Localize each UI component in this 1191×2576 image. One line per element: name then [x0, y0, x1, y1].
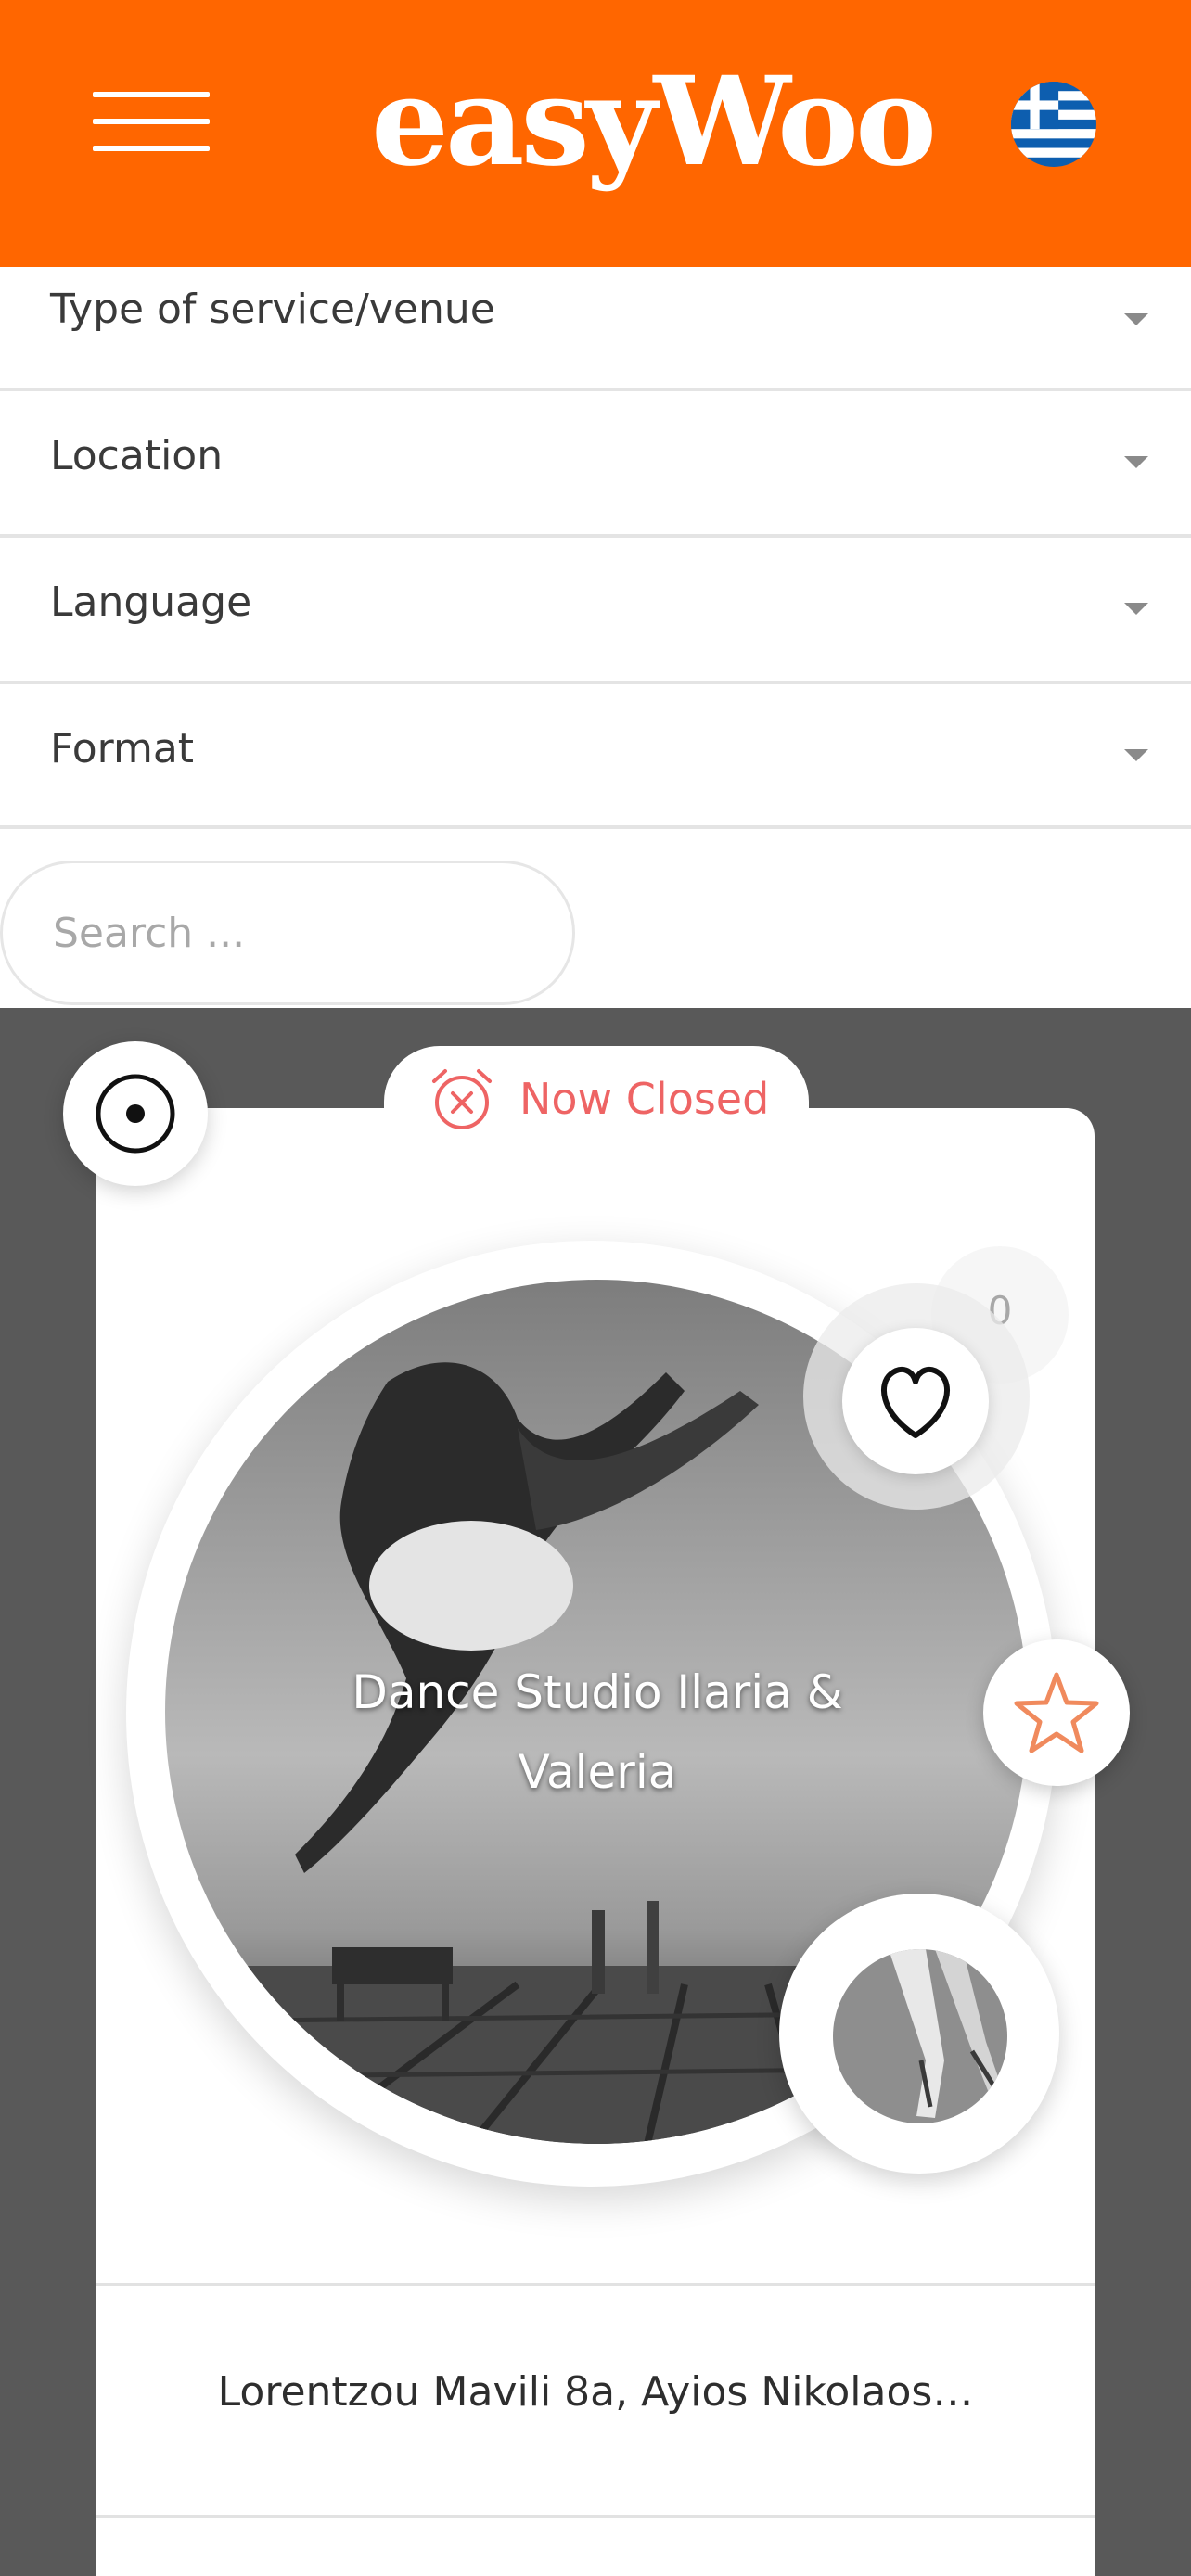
rate-button[interactable]	[983, 1639, 1130, 1786]
status-badge: Now Closed	[519, 1074, 770, 1124]
hamburger-menu-icon[interactable]	[93, 88, 210, 155]
chevron-down-icon	[1124, 456, 1148, 468]
filter-service-type[interactable]: Type of service/venue	[0, 267, 1191, 391]
favorite-button[interactable]	[842, 1328, 989, 1474]
filter-label: Location	[50, 432, 224, 479]
avatar[interactable]	[833, 1949, 1007, 2123]
star-icon	[1014, 1672, 1099, 1753]
card-divider	[96, 2515, 1095, 2518]
filter-format[interactable]: Format	[0, 684, 1191, 829]
chevron-down-icon	[1124, 603, 1148, 615]
venue-title[interactable]: Dance Studio Ilaria & Valeria	[306, 1652, 889, 1812]
locate-target-icon	[96, 1074, 175, 1154]
filter-label: Language	[50, 579, 252, 626]
greek-flag-icon[interactable]	[1011, 82, 1096, 167]
filter-language[interactable]: Language	[0, 538, 1191, 684]
filter-label: Format	[50, 725, 195, 772]
filter-label: Type of service/venue	[50, 286, 495, 333]
closed-clock-icon	[432, 1069, 492, 1129]
heart-icon	[881, 1366, 950, 1438]
locate-target-button[interactable]	[63, 1041, 208, 1186]
filter-location[interactable]: Location	[0, 391, 1191, 538]
app-header: easyWoo	[0, 0, 1191, 267]
search-input[interactable]	[0, 861, 575, 1005]
chevron-down-icon	[1124, 749, 1148, 761]
venue-address: Lorentzou Mavili 8a, Ayios Nikolaos…	[217, 2368, 974, 2416]
app-logo[interactable]: easyWoo	[371, 48, 965, 197]
card-divider	[96, 2283, 1095, 2286]
chevron-down-icon	[1124, 313, 1148, 325]
